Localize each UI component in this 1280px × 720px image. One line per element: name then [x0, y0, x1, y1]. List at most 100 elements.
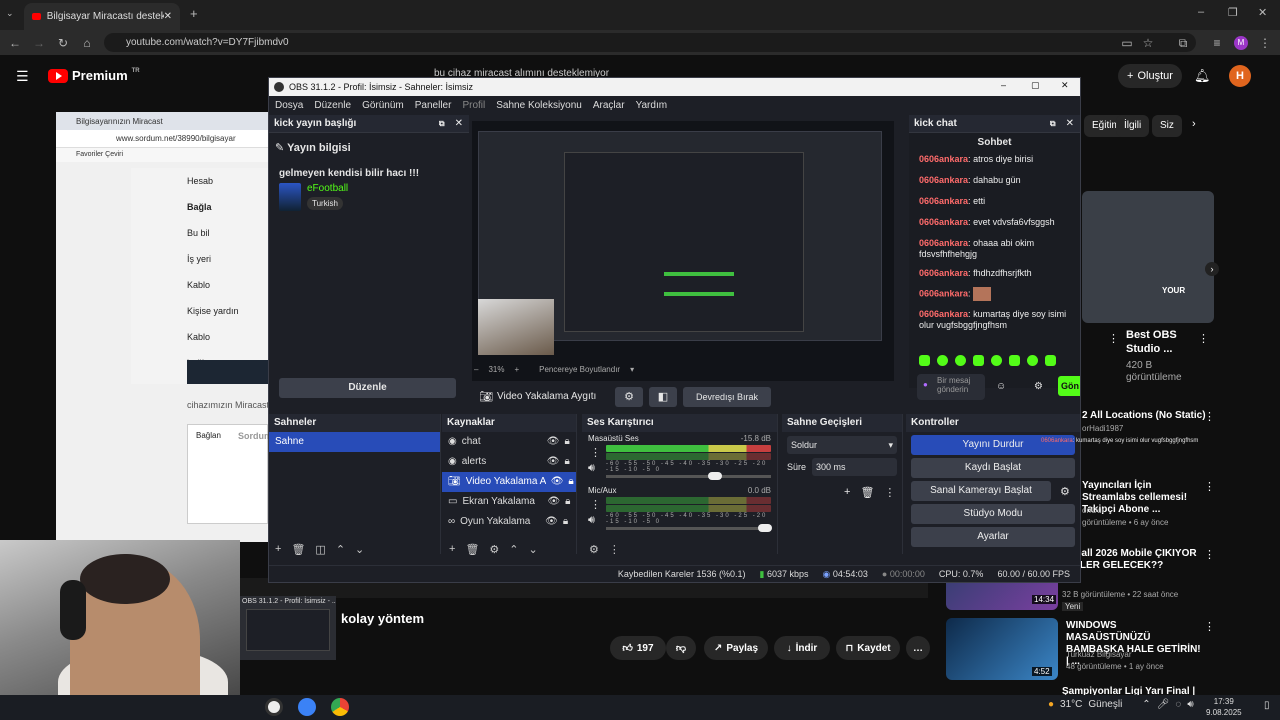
- hamburger-menu-icon[interactable]: ☰: [16, 68, 29, 85]
- emote-icon[interactable]: [991, 355, 1002, 366]
- menu-gorunum[interactable]: Görünüm: [362, 100, 404, 111]
- obs-minimize-icon[interactable]: –: [1001, 80, 1006, 90]
- obs-preview[interactable]: – 31% + Pencereye Boyutlandır ▾: [472, 121, 894, 381]
- scene-filters-icon[interactable]: ◫: [315, 543, 325, 556]
- recommendation-item[interactable]: 4:52 WINDOWS MASAÜSTÜNÜZÜ BAMBAŞKA HALE …: [946, 618, 1236, 680]
- taskbar-preview[interactable]: OBS 31.1.2 - Profil: İsimsiz - ...: [240, 596, 336, 660]
- recommendation-thumbnail[interactable]: YOUR: [1082, 191, 1214, 323]
- create-button[interactable]: + Oluştur: [1118, 64, 1182, 88]
- chrome-menu-icon[interactable]: ⋮: [1258, 36, 1272, 50]
- source-item[interactable]: ▭ Ekran Yakalama 👁︎ 🔒︎: [442, 492, 576, 512]
- emote-icon[interactable]: [1009, 355, 1020, 366]
- dock-float-icon[interactable]: ⧉: [439, 119, 445, 129]
- source-item[interactable]: ◉ chat 👁︎ 🔒︎: [442, 432, 576, 452]
- weather-temp[interactable]: 31°C: [1060, 699, 1082, 710]
- browser-tab[interactable]: Bilgisayar Miracastı destekliyor ✕: [24, 3, 180, 30]
- mixer-menu-icon[interactable]: ⋮: [609, 543, 620, 556]
- dock-close-icon[interactable]: ✕: [1066, 118, 1074, 129]
- visibility-eye-icon[interactable]: 👁︎: [547, 452, 560, 472]
- close-tab-icon[interactable]: ✕: [164, 11, 172, 22]
- scene-item[interactable]: Sahne: [269, 432, 440, 452]
- visibility-eye-icon[interactable]: 👁︎: [551, 472, 564, 492]
- network-icon[interactable]: ◌: [1175, 699, 1181, 710]
- more-actions-button[interactable]: …: [906, 636, 930, 660]
- dock-close-icon[interactable]: ✕: [455, 118, 463, 129]
- profile-icon[interactable]: M: [1234, 36, 1248, 50]
- home-icon[interactable]: ⌂: [80, 36, 94, 50]
- move-down-icon[interactable]: ⌄: [529, 543, 538, 556]
- recommendation-title[interactable]: Best OBS Studio ...: [1126, 328, 1206, 356]
- app-taskbar-icon[interactable]: [298, 698, 316, 716]
- lock-icon[interactable]: 🔒︎: [565, 492, 570, 512]
- source-settings-icon[interactable]: ⚙: [489, 543, 499, 556]
- reload-icon[interactable]: ↻: [56, 36, 70, 50]
- move-up-icon[interactable]: ⌃: [336, 543, 345, 556]
- thumbnail-next-icon[interactable]: ›: [1205, 262, 1219, 276]
- menu-yardim[interactable]: Yardım: [636, 100, 668, 111]
- channel-menu-icon[interactable]: ⋮: [590, 446, 601, 459]
- menu-sahne-koleksiyonu[interactable]: Sahne Koleksiyonu: [496, 100, 582, 111]
- dislike-button[interactable]: 👎︎: [666, 636, 696, 660]
- notifications-bell-icon[interactable]: 🔔︎: [1194, 68, 1211, 84]
- edit-info-button[interactable]: Düzenle: [279, 378, 456, 398]
- source-properties-button[interactable]: ⚙: [615, 387, 643, 407]
- dock-float-icon[interactable]: ⧉: [1050, 119, 1056, 129]
- chrome-taskbar-icon[interactable]: [331, 698, 349, 716]
- lock-icon[interactable]: 🔒︎: [564, 452, 569, 472]
- address-bar[interactable]: youtube.com/watch?v=DY7Fjibmdv0: [104, 33, 1196, 52]
- more-icon[interactable]: ⋮: [1108, 332, 1119, 345]
- start-virtual-camera-button[interactable]: Sanal Kamerayı Başlat: [911, 481, 1051, 501]
- source-item[interactable]: ◉ alerts 👁︎ 🔒︎: [442, 452, 576, 472]
- transition-select[interactable]: Soldur ▾: [787, 436, 897, 454]
- move-down-icon[interactable]: ⌄: [355, 543, 364, 556]
- duration-input[interactable]: 300 ms: [812, 458, 897, 476]
- chips-next-icon[interactable]: ›: [1192, 118, 1196, 130]
- more-icon[interactable]: ⋮: [1204, 410, 1215, 423]
- preview-fit[interactable]: Pencereye Boyutlandır: [539, 365, 620, 374]
- emote-icon[interactable]: [955, 355, 966, 366]
- add-source-icon[interactable]: +: [449, 543, 455, 555]
- visibility-eye-icon[interactable]: 👁︎: [545, 512, 558, 532]
- obs-titlebar[interactable]: OBS 31.1.2 - Profil: İsimsiz - Sahneler:…: [269, 78, 1080, 96]
- deactivate-button[interactable]: Devredışı Bırak: [683, 387, 771, 407]
- share-button[interactable]: ↗ Paylaş: [704, 636, 768, 660]
- new-tab-icon[interactable]: +: [190, 6, 198, 21]
- speaker-icon[interactable]: 🔊︎: [588, 514, 595, 527]
- chip-ilgili[interactable]: İlgili: [1116, 115, 1150, 137]
- volume-slider[interactable]: [606, 472, 771, 480]
- back-icon[interactable]: ←: [8, 36, 22, 50]
- menu-araclar[interactable]: Araçlar: [593, 100, 625, 111]
- menu-dosya[interactable]: Dosya: [275, 100, 303, 111]
- studio-mode-button[interactable]: Stüdyo Modu: [911, 504, 1075, 524]
- chip-siz[interactable]: Siz: [1152, 115, 1182, 137]
- more-icon[interactable]: ⋮: [1204, 480, 1215, 493]
- add-scene-icon[interactable]: +: [275, 543, 281, 555]
- start-recording-button[interactable]: Kaydı Başlat: [911, 458, 1075, 478]
- like-button[interactable]: 👍︎ 197: [610, 636, 666, 660]
- emote-icon[interactable]: [937, 355, 948, 366]
- chat-settings-icon[interactable]: ⚙: [1034, 381, 1043, 392]
- source-item[interactable]: 📷︎ Video Yakalama Ay 👁︎ 🔒︎: [442, 472, 576, 492]
- menu-paneller[interactable]: Paneller: [415, 100, 452, 111]
- remove-source-icon[interactable]: 🗑︎: [465, 543, 479, 556]
- zoom-in-icon[interactable]: +: [514, 365, 519, 374]
- move-up-icon[interactable]: ⌃: [509, 543, 518, 556]
- category-name[interactable]: eFootball: [307, 183, 348, 194]
- visibility-eye-icon[interactable]: 👁︎: [547, 432, 560, 452]
- source-item[interactable]: ∞ Oyun Yakalama 👁︎ 🔒︎: [442, 512, 576, 532]
- channel-menu-icon[interactable]: ⋮: [590, 498, 601, 511]
- clock[interactable]: 17:39 9.08.2025: [1206, 696, 1242, 718]
- obs-maximize-icon[interactable]: ▢: [1031, 80, 1040, 91]
- cast-icon[interactable]: ▭: [1120, 36, 1134, 50]
- bookmark-star-icon[interactable]: ☆: [1141, 36, 1155, 50]
- add-transition-icon[interactable]: +: [844, 486, 850, 499]
- obs-taskbar-icon[interactable]: [265, 698, 283, 716]
- transition-menu-icon[interactable]: ⋮: [884, 486, 895, 499]
- download-button[interactable]: ↓ İndir: [774, 636, 830, 660]
- youtube-logo[interactable]: Premium TR: [48, 68, 140, 83]
- volume-slider-handle[interactable]: [708, 472, 723, 480]
- chat-send-button[interactable]: Gön: [1058, 376, 1080, 396]
- menu-duzenle[interactable]: Düzenle: [314, 100, 351, 111]
- lock-icon[interactable]: 🔒︎: [568, 472, 573, 492]
- virtual-camera-settings-icon[interactable]: ⚙: [1060, 485, 1070, 498]
